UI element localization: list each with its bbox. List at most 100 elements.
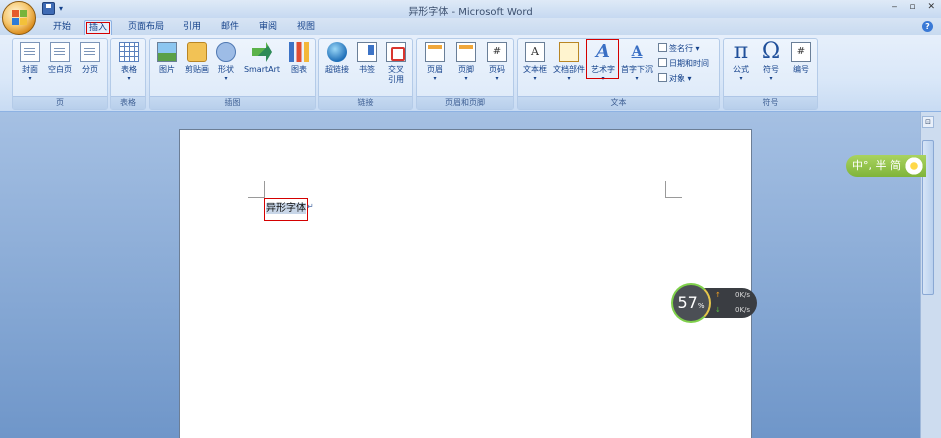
download-arrow-icon: ↓ (715, 306, 721, 314)
ruler-toggle-icon[interactable]: ⊡ (922, 116, 934, 128)
crop-mark-top-left-h (248, 197, 265, 198)
group-tables: 表格 ▾ 表格 (110, 38, 146, 110)
equation-button[interactable]: π 公式 ▾ (728, 39, 754, 83)
drop-cap-icon: A (631, 44, 643, 60)
symbol-label: 符号 (763, 65, 779, 74)
page-number-icon: # (487, 42, 507, 62)
chart-icon (289, 42, 309, 62)
page-break-icon (80, 42, 100, 62)
tab-mailings[interactable]: 邮件 (218, 20, 242, 35)
close-button[interactable]: ✕ (927, 2, 935, 12)
crop-mark-top-right-h (665, 197, 682, 198)
cross-reference-button[interactable]: 交叉 引用 (383, 42, 409, 85)
header-button[interactable]: 页眉 ▾ (421, 42, 449, 83)
office-button[interactable] (2, 1, 36, 35)
drop-cap-button[interactable]: A 首字下沉 ▾ (620, 42, 654, 83)
usage-percent-unit: % (697, 302, 705, 310)
tab-view[interactable]: 视图 (294, 20, 318, 35)
upload-arrow-icon: ↑ (715, 291, 721, 299)
date-time-icon (658, 58, 667, 67)
dropdown-arrow: ▾ (769, 75, 773, 82)
numbering-icon: # (791, 42, 811, 62)
document-page[interactable] (179, 129, 752, 438)
minimize-button[interactable]: ‒ (892, 2, 898, 12)
group-text-label: 文本 (518, 96, 719, 109)
object-label: 对象 ▾ (669, 74, 692, 83)
dropdown-arrow: ▾ (567, 75, 571, 82)
tab-insert[interactable]: 插入 (84, 20, 112, 35)
dropdown-arrow: ▾ (433, 75, 437, 82)
document-text: 异形字体 (266, 203, 306, 214)
dropdown-arrow: ▾ (533, 75, 537, 82)
upload-row: ↑ 0K/s (715, 291, 750, 299)
dropdown-arrow: ▾ (739, 75, 743, 82)
omega-icon: Ω (761, 39, 781, 64)
quick-parts-button[interactable]: 文档部件 ▾ (552, 42, 586, 83)
blank-page-label: 空白页 (48, 65, 72, 74)
symbol-button[interactable]: Ω 符号 ▾ (758, 39, 784, 83)
clipart-icon (187, 42, 207, 62)
table-icon (119, 42, 139, 62)
numbering-button[interactable]: # 编号 (788, 42, 814, 75)
group-header-footer: 页眉 ▾ 页脚 ▾ # 页码 ▾ 页眉和页脚 (416, 38, 514, 110)
pi-icon: π (733, 39, 749, 64)
wordart-highlight (586, 39, 619, 79)
bookmark-button[interactable]: 书签 (355, 42, 379, 75)
crop-mark-top-left (264, 181, 265, 198)
window-controls: ‒ ▫ ✕ (892, 2, 935, 12)
restore-button[interactable]: ▫ (909, 2, 915, 12)
dropdown-arrow: ▾ (464, 75, 468, 82)
dropdown-arrow: ▾ (635, 75, 639, 82)
page-number-button[interactable]: # 页码 ▾ (483, 42, 511, 83)
usage-gauge: 57% (671, 283, 711, 323)
crop-mark-top-right (665, 181, 666, 198)
bookmark-icon (357, 42, 377, 62)
download-row: ↓ 0K/s (715, 306, 750, 314)
object-button[interactable]: 对象 ▾ (658, 73, 692, 84)
tab-review[interactable]: 审阅 (256, 20, 280, 35)
tab-references[interactable]: 引用 (180, 20, 204, 35)
clipart-button[interactable]: 剪贴画 (182, 42, 212, 75)
cover-page-icon (20, 42, 40, 62)
textbox-icon: A (525, 42, 545, 62)
title-bar: ▾ 异形字体 - Microsoft Word ‒ ▫ ✕ (0, 0, 941, 18)
upload-speed: 0K/s (735, 291, 751, 299)
drop-cap-label: 首字下沉 (621, 65, 653, 74)
cross-reference-label-2: 引用 (388, 75, 404, 84)
group-pages-label: 页 (13, 96, 107, 109)
date-time-button[interactable]: 日期和时间 (658, 58, 709, 69)
group-symbols: π 公式 ▾ Ω 符号 ▾ # 编号 符号 (723, 38, 818, 110)
chart-button[interactable]: 图表 (286, 42, 312, 75)
page-break-button[interactable]: 分页 (77, 42, 103, 75)
signature-line-button[interactable]: 签名行 ▾ (658, 43, 700, 54)
footer-button[interactable]: 页脚 ▾ (452, 42, 480, 83)
table-button[interactable]: 表格 ▾ (116, 42, 142, 83)
cross-reference-label-1: 交叉 (388, 65, 404, 74)
footer-icon (456, 42, 476, 62)
picture-button[interactable]: 图片 (155, 42, 179, 75)
ime-status-bar[interactable]: 中°, 半 简 (846, 155, 926, 177)
network-speed-widget[interactable]: 57% ↑ 0K/s ↓ 0K/s (671, 283, 757, 323)
hyperlink-button[interactable]: 超链接 (321, 42, 353, 75)
cover-page-label: 封面 (22, 65, 38, 74)
header-label: 页眉 (427, 65, 443, 74)
quick-parts-icon (559, 42, 579, 62)
window-title: 异形字体 - Microsoft Word (408, 7, 533, 18)
page-number-label: 页码 (489, 65, 505, 74)
shapes-button[interactable]: 形状 ▾ (214, 42, 238, 83)
dropdown-arrow: ▾ (28, 75, 32, 82)
selected-document-text[interactable]: 异形字体 (264, 198, 308, 221)
blank-page-button[interactable]: 空白页 (46, 42, 74, 75)
cover-page-button[interactable]: 封面 ▾ (17, 42, 43, 83)
smartart-button[interactable]: SmartArt (242, 42, 282, 75)
blank-page-icon (50, 42, 70, 62)
textbox-button[interactable]: A 文本框 ▾ (520, 42, 550, 83)
help-icon[interactable]: ? (922, 21, 933, 32)
group-tables-label: 表格 (111, 96, 145, 109)
textbox-label: 文本框 (523, 65, 547, 74)
ribbon: 封面 ▾ 空白页 分页 页 表格 ▾ 表格 图片 剪贴画 形状 ▾ SmartA… (0, 35, 941, 112)
quick-parts-label: 文档部件 (553, 65, 585, 74)
tab-home[interactable]: 开始 (50, 20, 74, 35)
tab-page-layout[interactable]: 页面布局 (126, 20, 166, 35)
smartart-label: SmartArt (243, 65, 281, 74)
